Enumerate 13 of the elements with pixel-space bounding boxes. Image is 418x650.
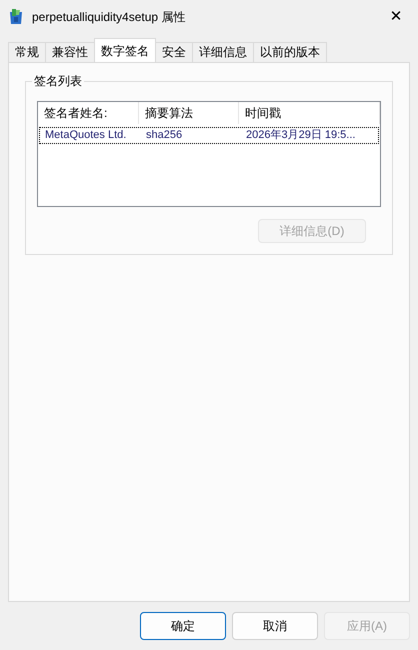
installer-icon xyxy=(8,8,24,26)
column-header[interactable]: 签名者姓名: xyxy=(38,102,139,124)
tab[interactable]: 数字签名 xyxy=(94,38,156,62)
dialog-button[interactable]: 取消 xyxy=(232,612,318,640)
column-header[interactable]: 时间戳 xyxy=(239,102,380,124)
dialog-button[interactable]: 确定 xyxy=(140,612,226,640)
list-row[interactable]: MetaQuotes Ltd. sha256 2026年3月29日 19:5... xyxy=(39,127,379,144)
tab[interactable]: 以前的版本 xyxy=(253,42,327,62)
close-button[interactable]: ✕ xyxy=(374,1,418,33)
tab[interactable]: 常规 xyxy=(8,42,46,62)
group-title: 签名列表 xyxy=(32,73,84,89)
window-title: perpetualliquidity4setup 属性 xyxy=(32,9,186,26)
column-header[interactable]: 摘要算法 xyxy=(139,102,239,124)
